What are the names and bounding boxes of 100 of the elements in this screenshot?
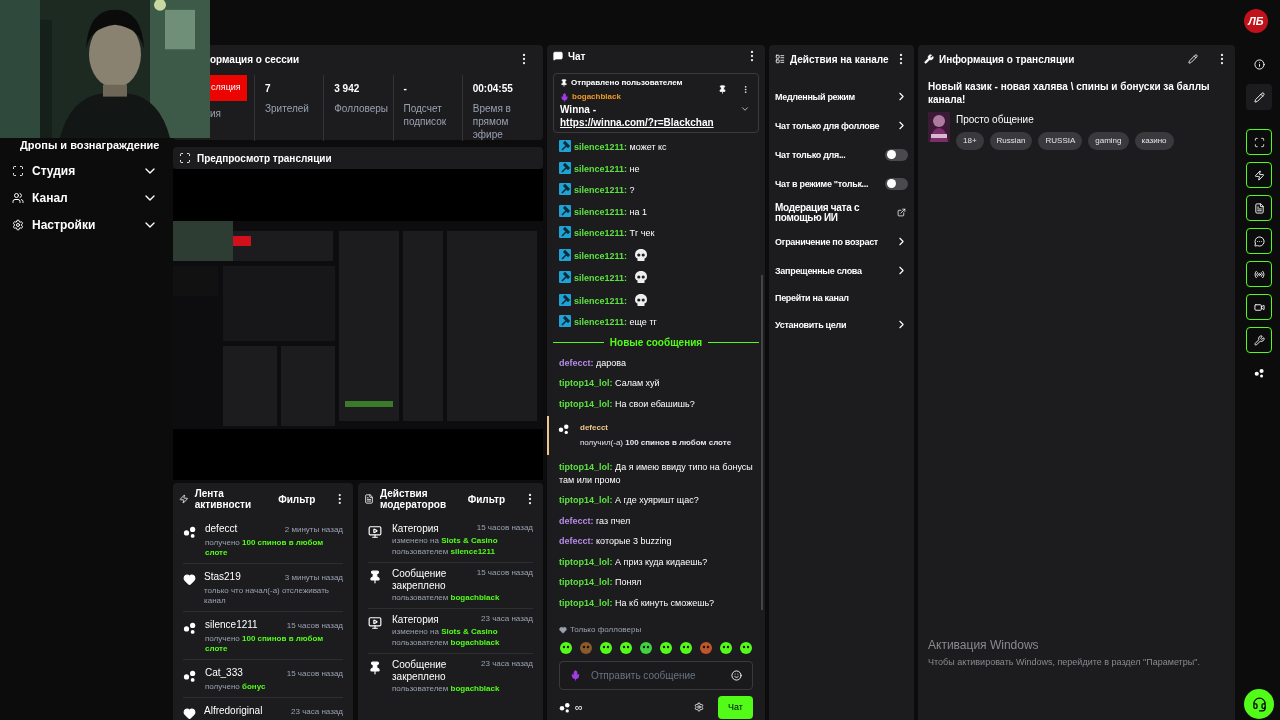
channel-action-item[interactable]: Чат в режиме "тольк... [775,169,908,198]
points-icon [559,701,571,713]
stat-label: Подсчет подписок [403,102,448,128]
emote-icon[interactable] [719,640,733,655]
external-link-icon [897,208,906,217]
emote-icon[interactable] [619,640,633,655]
emote-icon [633,292,648,307]
more-icon[interactable] [741,85,750,94]
panel-title: Информация о трансляции [939,52,1075,67]
user-name: defecct [205,522,238,536]
action-detail: пользователем bogachblack [392,638,501,648]
chat-icon [1253,235,1265,247]
chat-message: tiptop14_lol: На свои ебашишь? [559,397,696,410]
toggle-switch[interactable] [885,177,908,190]
emote-icon[interactable] [599,640,613,655]
rail-button[interactable] [1246,261,1272,287]
rail-button[interactable] [1246,228,1272,254]
chat-message: silence1211: ? [559,183,753,197]
panel-title: Лента активности [194,488,253,510]
rail-button[interactable] [1246,294,1272,320]
time-ago: 2 минуты назад [284,524,343,536]
tag[interactable]: 18+ [956,132,984,150]
rail-button[interactable] [1246,327,1272,353]
microphone-icon[interactable] [570,669,581,681]
action-detail: пользователем bogachblack [392,684,501,694]
new-messages-divider: Новые сообщения [609,336,703,350]
rail-button[interactable] [1246,129,1272,155]
time-ago: 15 часов назад [476,568,533,579]
user-name: silence1211 [205,618,258,632]
stat-value: 7 [265,82,272,96]
broadcast-icon [1253,268,1265,280]
points-icon [558,423,570,435]
category-icon [368,525,382,539]
chat-message: tiptop14_lol: Салам хуй [559,377,661,390]
user-name: Stas219 [204,570,241,584]
wrench-icon [924,54,934,64]
emote-icon [633,270,648,284]
heart-icon [183,573,196,586]
emote-icon[interactable] [739,640,753,655]
chat-message: defecct: газ пчел [559,514,632,527]
sidebar-item[interactable]: Дропы и вознаграждение [20,137,166,153]
link[interactable]: https://winna.com/?r=Blackchan [560,116,716,129]
channel-action-item[interactable]: Ограничение по возраст [775,227,908,256]
channel-action-item[interactable]: Чат только для фоллове [775,111,908,140]
sidebar-item[interactable]: Настройки [0,216,170,234]
channel-action-item[interactable]: Модерация чата с помощью ИИ [775,198,908,227]
time-ago: 23 часа назад [481,659,533,670]
time-ago: 23 часа назад [291,706,343,718]
sidebar-item[interactable]: Канал [0,189,170,207]
chat-message: tiptop14_lol: Да я имею ввиду типо на бонусы там или промо [559,461,753,486]
rail-button[interactable] [1246,195,1272,221]
chat-message: defecct: дарова [559,356,627,369]
emote-icon[interactable] [559,640,573,655]
stat-label: Фолловеры [334,102,390,115]
chat-message: silence1211: может кс [559,140,753,154]
message-input[interactable]: Отправить сообщение [591,667,721,683]
channel-action-item[interactable]: Чат только для... [775,140,908,169]
reward-text: получил(-а) 100 спинов в любом слоте [580,437,732,449]
tag[interactable]: gaming [1088,132,1129,150]
action-detail: изменено на Slots & Casino [392,536,499,546]
document-icon [364,494,374,504]
help-button[interactable] [1244,689,1274,719]
rail-button[interactable] [1246,162,1272,188]
chat-message: silence1211: Тг чек [559,226,753,240]
live-button[interactable]: сляция [210,75,247,101]
edit-icon[interactable] [1188,54,1198,64]
studio-icon [12,165,24,177]
tag[interactable]: казино [1134,132,1174,150]
pin-icon[interactable] [718,85,727,94]
send-button[interactable]: Чат [718,695,753,719]
logo[interactable]: ЛБ [1244,9,1268,33]
filter-button[interactable]: Фильтр [467,491,505,507]
sidebar-item[interactable]: Студия [0,162,170,180]
channel-action-item[interactable]: Установить цели [775,310,908,339]
tag[interactable]: RUSSIA [1038,132,1083,150]
channel-action-item[interactable]: Перейти на канал [775,285,908,310]
expand-icon[interactable] [740,104,750,114]
emoji-icon[interactable] [731,669,742,681]
message-field[interactable]: Отправить сообщение [559,660,753,690]
tag[interactable]: Russian [989,132,1033,150]
category-name[interactable]: Просто общение [956,112,1174,127]
emote-icon [633,247,648,262]
emote-icon[interactable] [659,640,673,655]
toggle-switch[interactable] [885,148,908,161]
filter-button[interactable]: Фильтр [278,491,316,507]
settings-icon[interactable] [694,702,705,713]
chat-icon [553,51,563,61]
list-icon [775,54,785,64]
action-detail: пользователем silence1211 [392,547,496,557]
points-icon [1253,368,1265,378]
emote-icon[interactable] [679,640,693,655]
rail-button[interactable] [1246,84,1272,110]
channel-action-item[interactable]: Запрещенные слова [775,256,908,285]
channel-action-item[interactable]: Медленный режим [775,82,908,111]
headset-icon [1251,696,1267,712]
emote-icon[interactable] [639,640,653,655]
panel-title: Предпросмотр трансляции [197,151,332,166]
action-title: Сообщение закреплено [392,568,448,592]
chat-message: silence1211: [559,247,753,262]
user-name: bogachblack [572,91,621,103]
